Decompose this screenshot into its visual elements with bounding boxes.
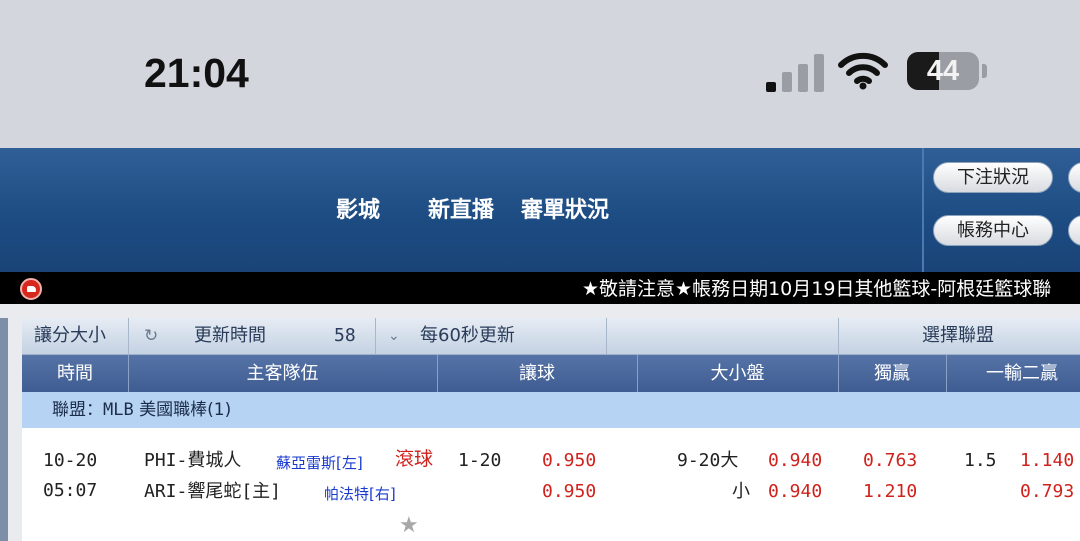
alt-odds-home[interactable]: 1.140 [1020,450,1074,472]
refresh-icon[interactable]: ↻ [144,318,158,354]
over-under-line: 9-20大 [677,450,739,471]
announcement-ticker: ★敬請注意★帳務日期10月19日其他籃球-阿根廷籃球聯 [0,272,1080,304]
league-select-button[interactable]: 選擇聯盟 [922,318,994,354]
match-date: 10-20 [43,450,98,471]
bet-status-button[interactable]: 下注狀況 [933,162,1053,193]
col-header-handicap: 讓球 [519,363,555,384]
announcement-icon [20,278,42,300]
over-odds[interactable]: 0.940 [768,450,822,472]
nav-link-review-status[interactable]: 審單狀況 [521,192,609,224]
chevron-down-icon[interactable]: ⌄ [388,318,400,354]
moneyline-away-odds[interactable]: 1.210 [863,481,917,503]
refresh-interval-select[interactable]: 每60秒更新 [420,318,515,354]
cellular-signal-icon [766,52,826,92]
side-strip [0,318,8,541]
match-row: 10-20 05:07 PHI-費城人 蘇亞雷斯[左] 滾球 ARI-響尾蛇[主… [22,428,1080,541]
wifi-icon [838,52,888,90]
odds-table-header: 時間 主客隊伍 讓球 大小盤 獨贏 一輸二贏 [22,355,1080,392]
away-team: ARI-響尾蛇[主] [144,481,282,502]
col-header-moneyline: 獨贏 [874,363,910,384]
handicap-line: 1-20 [458,450,502,471]
under-odds[interactable]: 0.940 [768,481,822,503]
over-label: 大 [720,450,739,471]
under-label: 小 [732,481,750,502]
col-header-over-under: 大小盤 [710,363,765,384]
app-header: 影城 新直播 審單狀況 下注狀況 帳務中心 [0,148,1080,272]
header-button-partial-bottom[interactable] [1068,215,1080,246]
refresh-label[interactable]: 更新時間 [194,318,266,354]
ticker-text: ★敬請注意★帳務日期10月19日其他籃球-阿根廷籃球聯 [582,278,1052,300]
col-header-alt-line: 一輸二贏 [986,363,1058,384]
live-badge: 滾球 [395,448,434,470]
betting-content: 讓分大小 ↻ 更新時間 58 ⌄ 每60秒更新 選擇聯盟 時間 主客隊伍 讓球 … [0,304,1080,541]
home-team: PHI-費城人 [144,450,242,471]
battery-tip [982,64,987,78]
league-row[interactable]: 聯盟：MLB 美國職棒(1) [22,392,1080,428]
league-prefix: 聯盟： [52,400,103,420]
col-header-time: 時間 [57,363,93,384]
toolbar-separator [375,318,376,354]
mode-select[interactable]: 讓分大小 [34,318,106,354]
home-pitcher: 蘇亞雷斯[左] [276,454,363,472]
alt-line: 1.5 [964,450,997,471]
status-bar: 21:04 44 [0,0,1080,148]
status-time: 21:04 [144,50,249,96]
nav-link-cinema[interactable]: 影城 [336,192,380,224]
battery-percent: 44 [926,55,960,87]
match-time: 05:07 [43,480,98,501]
odds-toolbar: 讓分大小 ↻ 更新時間 58 ⌄ 每60秒更新 選擇聯盟 [22,318,1080,355]
moneyline-home-odds[interactable]: 0.763 [863,450,917,472]
refresh-countdown: 58 [334,325,356,346]
handicap-odds-away[interactable]: 0.950 [542,481,596,503]
account-center-button[interactable]: 帳務中心 [933,215,1053,246]
favorite-star-icon[interactable]: ★ [399,515,419,537]
nav-link-new-live[interactable]: 新直播 [428,192,494,224]
toolbar-separator [128,318,129,354]
away-pitcher: 帕法特[右] [324,485,396,503]
toolbar-separator [606,318,607,354]
col-header-teams: 主客隊伍 [246,363,319,384]
battery-icon: 44 [907,52,979,90]
league-code: MLB [103,400,134,420]
header-divider [922,148,924,272]
alt-odds-away[interactable]: 0.793 [1020,481,1074,503]
league-name: 美國職棒(1) [139,400,232,420]
header-button-partial-top[interactable] [1068,162,1080,193]
handicap-odds-home[interactable]: 0.950 [542,450,596,472]
toolbar-separator [838,318,839,354]
